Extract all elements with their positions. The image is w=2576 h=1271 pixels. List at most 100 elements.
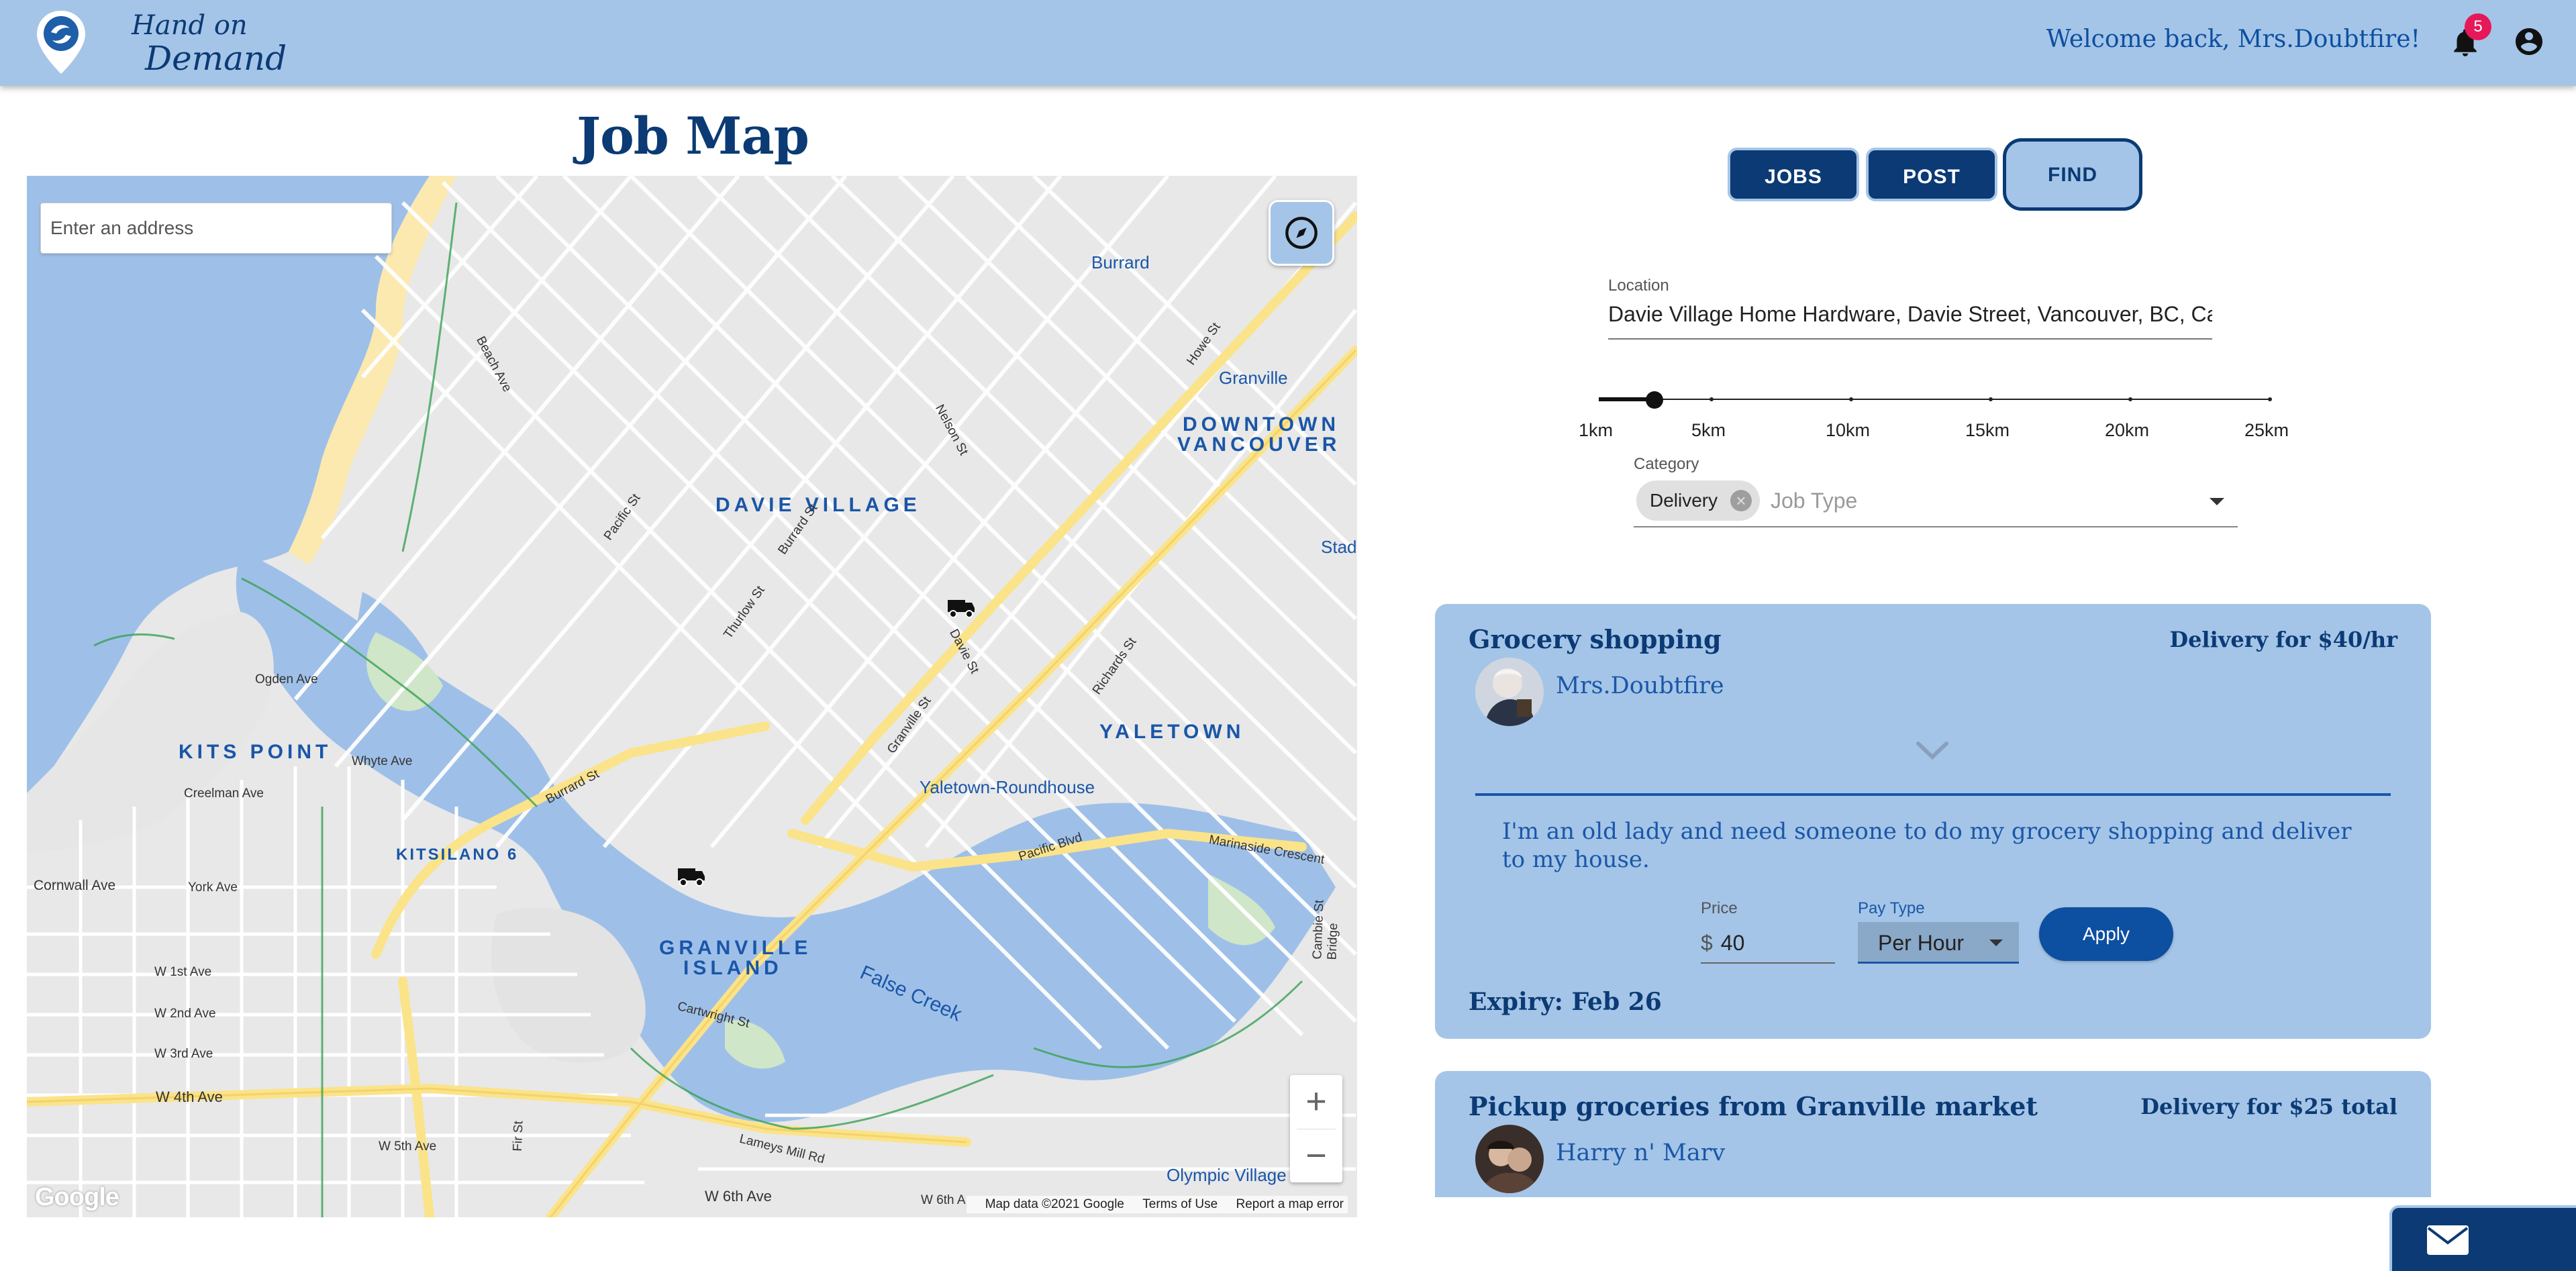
truck-icon[interactable] xyxy=(946,596,976,619)
pay-type-select[interactable]: Per Hour xyxy=(1858,922,2019,964)
map-label-granville-station: Granville xyxy=(1219,368,1288,388)
job-title: Grocery shopping xyxy=(1469,624,1722,654)
map-label-kitsilano: KITSILANO 6 xyxy=(396,846,519,864)
avatar-portrait xyxy=(1475,658,1544,726)
slider-mark-5km: 5km xyxy=(1691,420,1726,440)
map-data-text: Map data ©2021 Google xyxy=(985,1197,1124,1211)
map-label-granville-island-1: GRANVILLE xyxy=(659,937,812,959)
job-card[interactable]: Pickup groceries from Granville market D… xyxy=(1435,1071,2431,1197)
tab-find[interactable]: FIND xyxy=(2003,138,2142,211)
price-value: 40 xyxy=(1720,931,1745,955)
messages-button[interactable] xyxy=(2389,1205,2576,1271)
street-fir: Fir St xyxy=(510,1120,526,1152)
slider-mark-15km: 15km xyxy=(1965,420,2010,440)
map-label-downtown-1: DOWNTOWN xyxy=(1183,413,1340,436)
tab-post[interactable]: POST xyxy=(1866,148,1997,201)
mail-icon xyxy=(2427,1225,2469,1255)
map-label-stad: Stad xyxy=(1321,537,1357,557)
street-cornwall: Cornwall Ave xyxy=(34,878,116,893)
map-canvas[interactable] xyxy=(27,176,1357,1217)
hand-pin-logo-icon xyxy=(37,11,85,74)
slider-tick xyxy=(1989,397,1993,401)
street-york: York Ave xyxy=(188,880,238,895)
pay-type-label: Pay Type xyxy=(1858,899,1925,917)
slider-mark-10km: 10km xyxy=(1826,420,1871,440)
chevron-down-icon[interactable] xyxy=(1916,741,1949,761)
zoom-in-button[interactable]: + xyxy=(1290,1075,1342,1129)
price-label: Price xyxy=(1701,899,1738,917)
pay-type-value: Per Hour xyxy=(1878,931,1965,955)
map-label-granville-island-2: ISLAND xyxy=(683,957,783,979)
logo-line-2: Demand xyxy=(145,39,287,78)
recenter-button[interactable] xyxy=(1269,200,1334,266)
map-label-olympic-village: Olympic Village xyxy=(1167,1165,1287,1185)
price-input[interactable]: $40 xyxy=(1701,922,1835,964)
job-rate: Delivery for $40/hr xyxy=(2169,627,2397,652)
street-w3rd: W 3rd Ave xyxy=(154,1047,213,1061)
apply-button[interactable]: Apply xyxy=(2039,907,2173,961)
street-creelman: Creelman Ave xyxy=(184,786,264,801)
logo-wordmark: Hand on Demand xyxy=(97,12,287,75)
street-whyte: Whyte Ave xyxy=(352,754,413,768)
logo-line-1: Hand on xyxy=(132,10,248,41)
slider-mark-1km: 1km xyxy=(1579,420,1614,440)
zoom-controls: + − xyxy=(1290,1075,1342,1182)
chip-remove-icon[interactable]: × xyxy=(1730,490,1752,511)
dropdown-arrow-icon xyxy=(1989,939,2003,946)
tab-jobs[interactable]: JOBS xyxy=(1728,148,1859,201)
zoom-out-button[interactable]: − xyxy=(1290,1129,1342,1183)
notification-badge: 5 xyxy=(2465,13,2491,40)
compass-icon xyxy=(1285,217,1318,249)
category-label: Category xyxy=(1634,455,1699,473)
slider-mark-20km: 20km xyxy=(2105,420,2150,440)
slider-track xyxy=(1599,399,2270,400)
avatar xyxy=(1475,1125,1544,1193)
job-type-placeholder: Job Type xyxy=(1771,489,1858,513)
currency-symbol: $ xyxy=(1701,931,1713,955)
slider-tick xyxy=(2128,397,2132,401)
terms-link[interactable]: Terms of Use xyxy=(1142,1197,1218,1211)
map-label-yaletown: YALETOWN xyxy=(1099,721,1245,743)
report-error-link[interactable]: Report a map error xyxy=(1236,1197,1344,1211)
street-w2nd: W 2nd Ave xyxy=(154,1007,216,1021)
map-label-kits-point: KITS POINT xyxy=(179,741,332,763)
job-title: Pickup groceries from Granville market xyxy=(1469,1091,2038,1121)
job-map[interactable]: DAVIE VILLAGE KITS POINT YALETOWN DOWNTO… xyxy=(27,176,1357,1217)
job-expiry: Expiry: Feb 26 xyxy=(1469,988,1662,1016)
card-divider xyxy=(1475,793,2391,796)
slider-tick xyxy=(2268,397,2272,401)
job-card[interactable]: Grocery shopping Delivery for $40/hr Mrs… xyxy=(1435,604,2431,1039)
location-input[interactable]: Davie Village Home Hardware, Davie Stree… xyxy=(1608,302,2212,340)
slider-tick xyxy=(1849,397,1853,401)
category-select[interactable]: Delivery × Job Type xyxy=(1634,478,2238,527)
welcome-message: Welcome back, Mrs.Doubtfire! xyxy=(2046,26,2420,53)
job-description: I'm an old lady and need someone to do m… xyxy=(1502,818,2352,873)
poster-name[interactable]: Harry n' Marv xyxy=(1556,1139,1725,1166)
job-rate: Delivery for $25 total xyxy=(2140,1094,2397,1119)
slider-thumb[interactable] xyxy=(1646,391,1663,409)
poster-name[interactable]: Mrs.Doubtfire xyxy=(1556,672,1724,699)
account-circle-icon[interactable] xyxy=(2513,26,2545,58)
app-logo[interactable]: Hand on Demand xyxy=(35,9,287,77)
map-label-burrard-station: Burrard xyxy=(1091,252,1150,272)
street-ogden: Ogden Ave xyxy=(255,672,318,687)
chip-label: Delivery xyxy=(1650,490,1718,511)
page-title: Job Map xyxy=(577,106,809,166)
avatar-portrait xyxy=(1475,1125,1544,1193)
category-chip: Delivery × xyxy=(1636,480,1760,521)
location-label: Location xyxy=(1608,276,1669,295)
top-app-bar: Hand on Demand Welcome back, Mrs.Doubtfi… xyxy=(0,0,2576,86)
map-label-yaletown-station: Yaletown-Roundhouse xyxy=(920,777,1095,797)
street-w5th: W 5th Ave xyxy=(379,1139,437,1154)
slider-tick xyxy=(1710,397,1714,401)
street-cambie-bridge: Cambie St Bridge xyxy=(1310,899,1341,960)
slider-mark-25km: 25km xyxy=(2244,420,2289,440)
google-logo: Google xyxy=(35,1183,119,1211)
address-search-input[interactable] xyxy=(40,203,392,254)
truck-icon[interactable] xyxy=(677,864,706,887)
distance-slider[interactable] xyxy=(1599,389,2274,409)
street-w1st: W 1st Ave xyxy=(154,965,212,979)
dropdown-arrow-icon[interactable] xyxy=(2210,498,2224,505)
street-w6th: W 6th Ave xyxy=(705,1188,772,1205)
map-attribution: Map data ©2021 Google Terms of Use Repor… xyxy=(966,1196,1348,1213)
